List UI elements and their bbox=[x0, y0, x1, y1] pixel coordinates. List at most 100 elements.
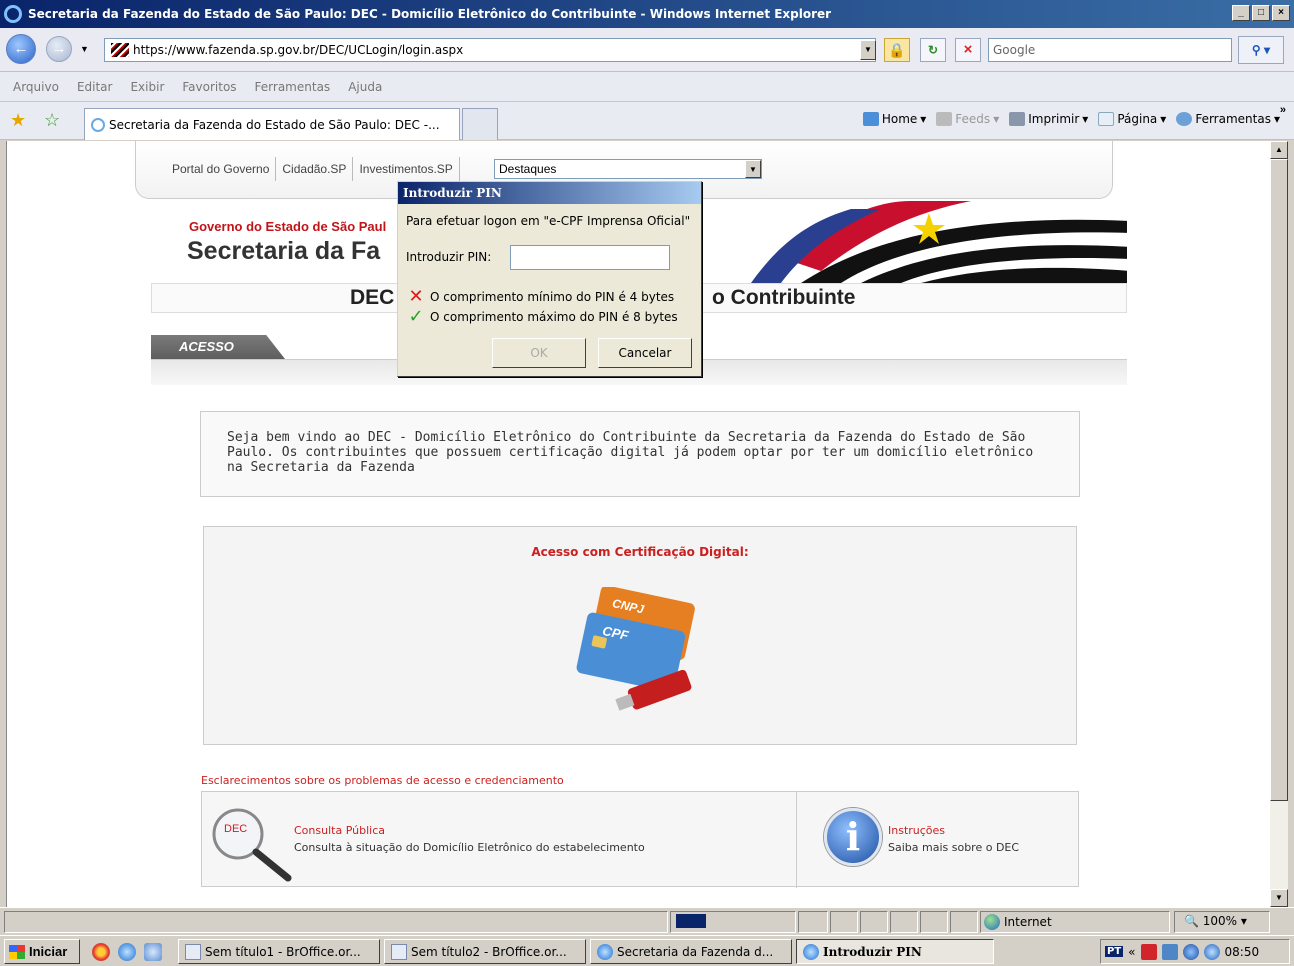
pin-rule-min: ✕ O comprimento mínimo do PIN é 4 bytes bbox=[408, 286, 674, 307]
vertical-scrollbar[interactable]: ▲ ▼ bbox=[1270, 141, 1288, 907]
menu-ferramentas[interactable]: Ferramentas bbox=[246, 80, 340, 94]
chrome-icon[interactable] bbox=[92, 943, 110, 961]
home-icon bbox=[862, 112, 879, 126]
status-cell-5 bbox=[920, 911, 948, 933]
favorites-center-icon[interactable]: ★ bbox=[10, 110, 26, 131]
taskbar-item-ie[interactable]: Secretaria da Fazenda d... bbox=[590, 939, 792, 964]
government-line: Governo do Estado de São Paul bbox=[189, 219, 387, 234]
consulta-publica-description: Consulta à situação do Domicílio Eletrôn… bbox=[294, 841, 645, 854]
pin-input[interactable] bbox=[510, 245, 670, 270]
add-favorites-icon[interactable]: ☆ bbox=[44, 110, 60, 131]
scroll-thumb[interactable] bbox=[1270, 159, 1288, 801]
tray-expand-arrow[interactable]: « bbox=[1128, 945, 1135, 959]
window-controls: _ □ × bbox=[1232, 5, 1290, 21]
page-button[interactable]: Página ▾ bbox=[1098, 112, 1166, 126]
welcome-text: Seja bem vindo ao DEC - Domicílio Eletrô… bbox=[200, 411, 1080, 497]
scroll-up-button[interactable]: ▲ bbox=[1270, 141, 1288, 159]
address-toolbar: ← → ▼ https://www.fazenda.sp.gov.br/DEC/… bbox=[0, 28, 1294, 72]
menu-exibir[interactable]: Exibir bbox=[121, 80, 173, 94]
security-zone[interactable]: Internet bbox=[984, 914, 1052, 930]
instrucoes-link[interactable]: Instruções bbox=[888, 824, 945, 837]
zoom-control[interactable]: 🔍 100% ▾ bbox=[1184, 914, 1247, 928]
network-tray-icon[interactable] bbox=[1161, 943, 1178, 960]
tools-button[interactable]: Ferramentas ▾ bbox=[1176, 112, 1280, 126]
menu-bar: Arquivo Editar Exibir Favoritos Ferramen… bbox=[0, 72, 1294, 102]
menu-favoritos[interactable]: Favoritos bbox=[173, 80, 245, 94]
feeds-label: Feeds bbox=[955, 112, 991, 126]
page-icon bbox=[1098, 112, 1115, 126]
pdf-tray-icon[interactable] bbox=[1140, 943, 1157, 960]
tab-label: Secretaria da Fazenda do Estado de São P… bbox=[109, 117, 440, 132]
security-lock-icon[interactable]: 🔒 bbox=[884, 38, 910, 62]
acesso-tab[interactable]: ACESSO bbox=[151, 335, 285, 359]
ie-icon bbox=[597, 943, 613, 960]
taskbar-item-writer1[interactable]: Sem título1 - BrOffice.or... bbox=[178, 939, 380, 964]
destaques-value: Destaques bbox=[499, 162, 557, 176]
search-button[interactable]: ⚲ ▾ bbox=[1238, 36, 1284, 64]
back-button[interactable]: ← bbox=[6, 34, 36, 64]
feeds-button[interactable]: Feeds ▾ bbox=[936, 112, 999, 126]
ie-logo-icon bbox=[4, 5, 22, 23]
destaques-select[interactable]: Destaques ▼ bbox=[494, 159, 762, 179]
browser-tab-active[interactable]: Secretaria da Fazenda do Estado de São P… bbox=[84, 108, 460, 140]
esclarecimentos-link[interactable]: Esclarecimentos sobre os problemas de ac… bbox=[201, 774, 564, 787]
menu-arquivo[interactable]: Arquivo bbox=[4, 80, 68, 94]
heading-right: o Contribuinte bbox=[712, 286, 856, 309]
link-portal-governo[interactable]: Portal do Governo bbox=[166, 157, 277, 181]
site-favicon-icon bbox=[111, 43, 129, 57]
address-dropdown-button[interactable]: ▼ bbox=[860, 40, 876, 60]
internet-globe-icon bbox=[984, 914, 1000, 930]
link-cidadao-sp[interactable]: Cidadão.SP bbox=[276, 157, 354, 181]
pin-dialog-message: Para efetuar logon em "e-CPF Imprensa Of… bbox=[406, 214, 691, 228]
magnifier-icon[interactable]: DEC bbox=[208, 804, 300, 882]
ok-button[interactable]: OK bbox=[492, 338, 586, 368]
minimize-button[interactable]: _ bbox=[1232, 5, 1250, 21]
more-commands-chevron[interactable]: » bbox=[1280, 104, 1286, 116]
search-input[interactable]: Google bbox=[988, 38, 1232, 62]
print-button[interactable]: Imprimir ▾ bbox=[1009, 112, 1088, 126]
menu-ajuda[interactable]: Ajuda bbox=[339, 80, 391, 94]
info-tray-icon[interactable] bbox=[1182, 943, 1199, 960]
maximize-button[interactable]: □ bbox=[1252, 5, 1270, 21]
taskbar-item-writer2[interactable]: Sem título2 - BrOffice.or... bbox=[384, 939, 586, 964]
stop-button[interactable]: × bbox=[955, 38, 981, 62]
menu-editar[interactable]: Editar bbox=[68, 80, 122, 94]
info-icon[interactable]: i bbox=[824, 808, 882, 866]
gear-icon bbox=[1176, 112, 1193, 126]
language-indicator[interactable]: PT bbox=[1105, 946, 1124, 957]
taskbar-item-ie-label: Secretaria da Fazenda d... bbox=[617, 944, 774, 959]
forward-button[interactable]: → bbox=[46, 36, 72, 62]
heading-left: DEC bbox=[350, 286, 395, 309]
link-investimentos-sp[interactable]: Investimentos.SP bbox=[353, 157, 460, 181]
scroll-down-button[interactable]: ▼ bbox=[1270, 889, 1288, 907]
destaques-dropdown-icon[interactable]: ▼ bbox=[745, 160, 761, 178]
close-button[interactable]: × bbox=[1272, 5, 1290, 21]
status-cell-3 bbox=[860, 911, 888, 933]
digital-certificate-cards-icon[interactable]: CNPJ CPF bbox=[574, 587, 704, 717]
window-title-bar[interactable]: Secretaria da Fazenda do Estado de São P… bbox=[0, 0, 1294, 28]
certificate-access-panel: Acesso com Certificação Digital: CNPJ CP… bbox=[203, 526, 1077, 745]
clock[interactable]: 08:50 bbox=[1225, 945, 1260, 959]
pin-dialog: Introduzir PIN Para efetuar logon em "e-… bbox=[397, 181, 702, 377]
windows-logo-icon bbox=[9, 944, 25, 959]
history-dropdown-icon[interactable]: ▼ bbox=[80, 44, 89, 54]
start-label: Iniciar bbox=[29, 944, 68, 959]
show-desktop-icon[interactable] bbox=[144, 943, 162, 961]
home-button[interactable]: Home ▾ bbox=[862, 112, 926, 126]
ie-quicklaunch-icon[interactable] bbox=[118, 943, 136, 961]
status-bar: Internet 🔍 100% ▾ bbox=[0, 907, 1294, 935]
status-cell-1 bbox=[798, 911, 828, 933]
taskbar-item-pin-label: Introduzir PIN bbox=[823, 944, 922, 959]
pin-dialog-title[interactable]: Introduzir PIN bbox=[398, 182, 701, 204]
address-url: https://www.fazenda.sp.gov.br/DEC/UCLogi… bbox=[133, 43, 464, 57]
update-tray-icon[interactable] bbox=[1203, 943, 1220, 960]
taskbar-item-pin[interactable]: Introduzir PIN bbox=[796, 939, 994, 964]
address-field[interactable]: https://www.fazenda.sp.gov.br/DEC/UCLogi… bbox=[104, 38, 876, 62]
start-button[interactable]: Iniciar bbox=[4, 939, 80, 964]
consulta-publica-link[interactable]: Consulta Pública bbox=[294, 824, 385, 837]
refresh-button[interactable]: ↻ bbox=[920, 38, 946, 62]
zoom-level: 100% bbox=[1202, 914, 1238, 928]
cancel-button[interactable]: Cancelar bbox=[598, 338, 692, 368]
new-tab-button[interactable] bbox=[462, 108, 498, 140]
taskbar-item-writer2-label: Sem título2 - BrOffice.or... bbox=[411, 944, 567, 959]
